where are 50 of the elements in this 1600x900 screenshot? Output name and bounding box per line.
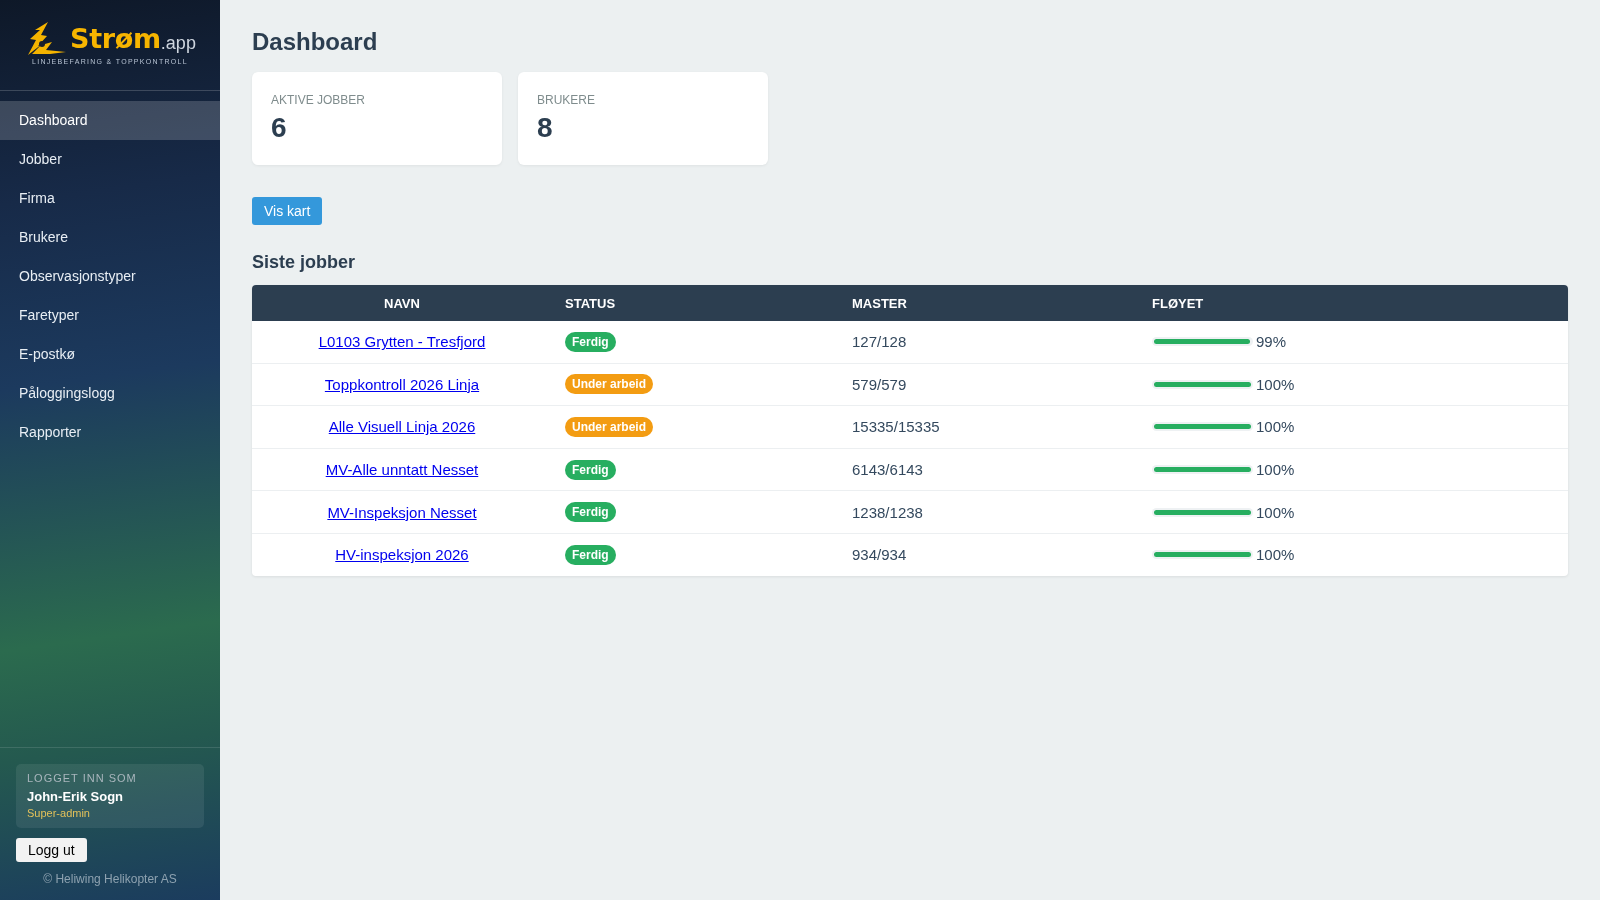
status-tag: Under arbeid xyxy=(565,417,653,437)
user-role: Super-admin xyxy=(27,807,91,819)
progress-percent: 100% xyxy=(1256,503,1295,521)
status-tag: Ferdig xyxy=(565,331,616,352)
job-link[interactable]: HV-inspeksjon 2026 xyxy=(335,546,469,564)
section-title: Siste jobber xyxy=(252,251,357,274)
progress-percent: 100% xyxy=(1256,546,1295,564)
stat-value: 6 xyxy=(271,112,288,144)
user-caption: LOGGET INN SOM xyxy=(27,772,138,784)
job-link[interactable]: L0103 Grytten - Tresfjord xyxy=(318,333,486,351)
sidebar-item[interactable]: Jobber xyxy=(0,140,220,179)
page-title: Dashboard xyxy=(252,27,379,57)
sidebar-item[interactable]: E-postkø xyxy=(0,335,220,374)
sidebar-item[interactable]: Observasjonstyper xyxy=(0,257,220,296)
stat-value: 8 xyxy=(537,112,554,144)
progress-percent: 100% xyxy=(1256,375,1295,393)
mast-count: 934/934 xyxy=(852,546,907,564)
mast-count: 579/579 xyxy=(852,375,907,393)
mast-count: 1238/1238 xyxy=(852,503,923,521)
job-link[interactable]: MV-Inspeksjon Nesset xyxy=(327,503,477,521)
progress-percent: 99% xyxy=(1256,333,1287,351)
column-header: NAVN xyxy=(252,285,552,321)
column-header: MASTER xyxy=(839,285,1139,321)
logo-name: Strøm xyxy=(70,22,161,56)
mast-count: 15335/15335 xyxy=(852,418,940,436)
progress-percent: 100% xyxy=(1256,418,1295,436)
sidebar-item[interactable]: Faretyper xyxy=(0,296,220,335)
status-tag: Ferdig xyxy=(565,459,616,480)
stat-label: BRUKERE xyxy=(537,93,596,107)
logo-suffix: .app xyxy=(160,32,196,55)
progress-percent: 100% xyxy=(1256,461,1295,479)
column-header: FLØYET xyxy=(1139,285,1568,321)
sidebar-item[interactable]: Firma xyxy=(0,179,220,218)
status-tag: Ferdig xyxy=(565,502,616,523)
sidebar-item[interactable]: Dashboard xyxy=(0,101,220,140)
stat-label: AKTIVE JOBBER xyxy=(271,93,367,107)
logout-button[interactable]: Logg ut xyxy=(16,838,87,862)
mast-count: 6143/6143 xyxy=(852,461,923,479)
copyright-text: © Heliwing Helikopter AS xyxy=(42,872,178,886)
status-tag: Ferdig xyxy=(565,544,616,565)
column-header: STATUS xyxy=(552,285,839,321)
user-name: John-Erik Sogn xyxy=(27,789,125,804)
mast-count: 127/128 xyxy=(852,333,907,351)
sidebar-item[interactable]: Påloggingslogg xyxy=(0,374,220,413)
job-link[interactable]: Alle Visuell Linja 2026 xyxy=(328,418,476,436)
sidebar-item[interactable]: Brukere xyxy=(0,218,220,257)
status-tag: Under arbeid xyxy=(565,374,653,395)
job-link[interactable]: MV-Alle unntatt Nesset xyxy=(325,461,479,479)
sidebar-item[interactable]: Rapporter xyxy=(0,413,220,452)
job-link[interactable]: Toppkontroll 2026 Linja xyxy=(324,375,480,393)
